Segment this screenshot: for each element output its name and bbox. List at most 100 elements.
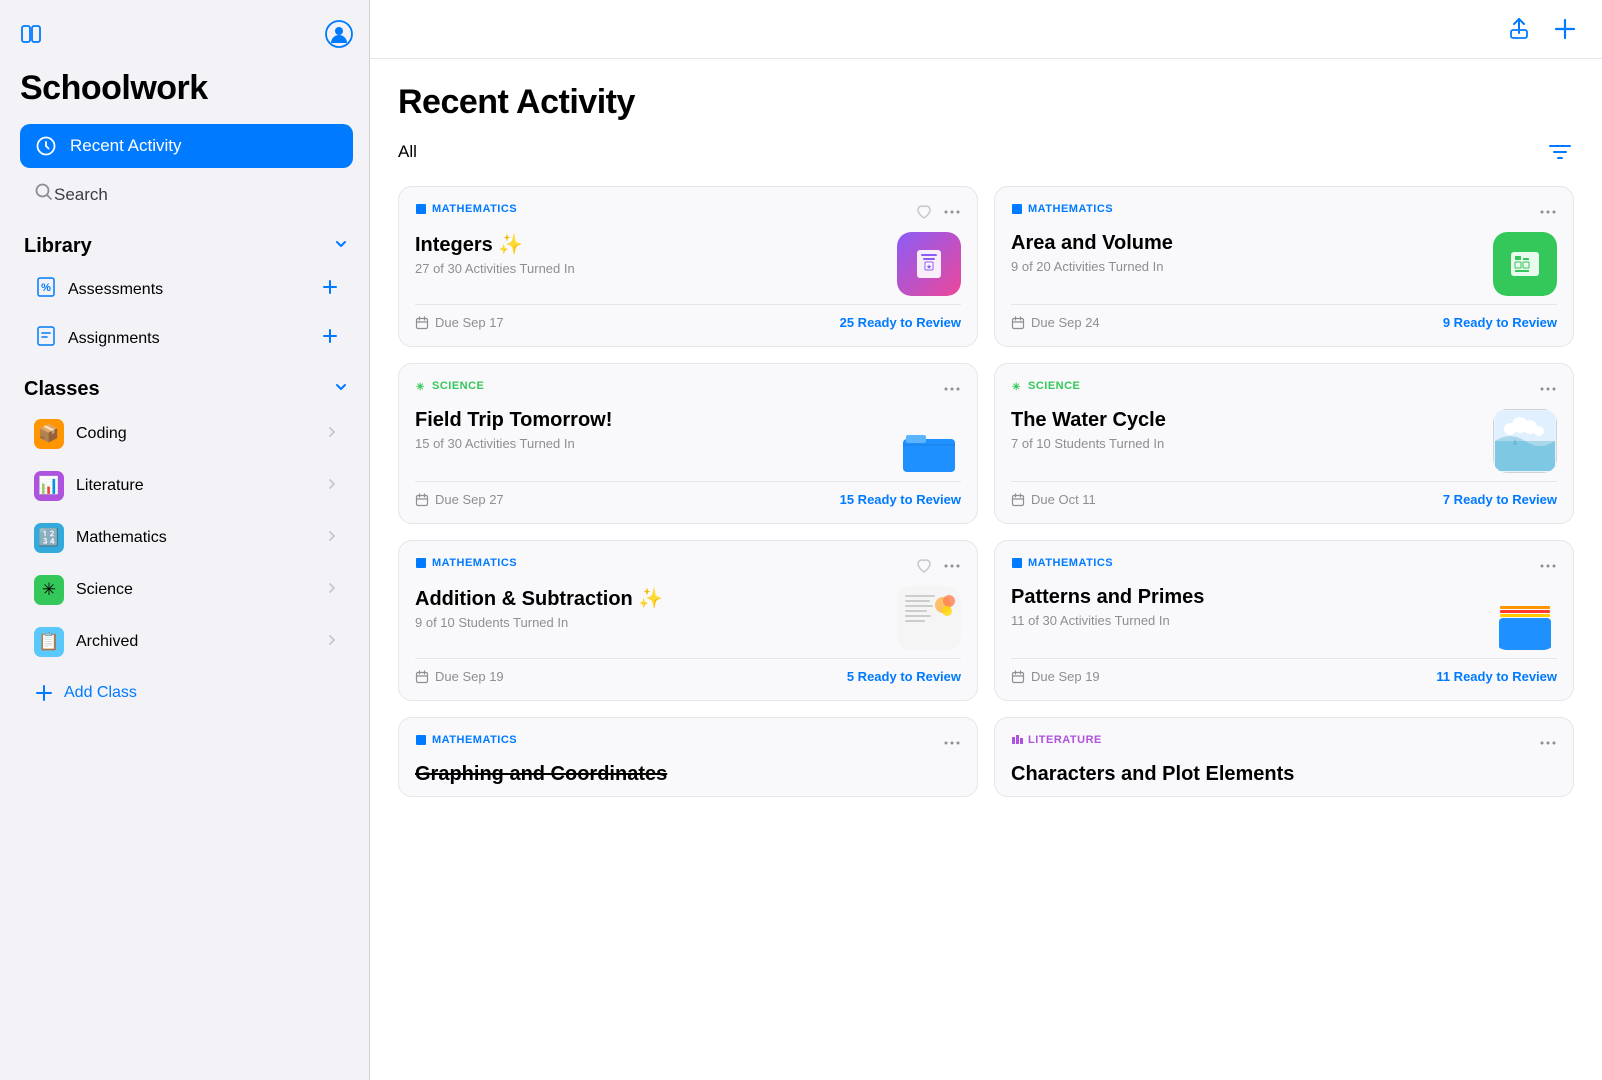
search-icon (34, 182, 54, 207)
card-integers-category: MATHEMATICS (415, 203, 517, 215)
sidebar-item-search[interactable]: Search (20, 172, 353, 217)
main-scrollable: Recent Activity All MATHEMATICS (370, 59, 1602, 1080)
card-characters-title: Characters and Plot Elements (1011, 763, 1557, 786)
add-class-label: Add Class (64, 684, 137, 702)
card-field-trip-more-icon[interactable] (943, 380, 961, 403)
sidebar-top-bar (20, 20, 353, 53)
card-field-trip-header: ✳ SCIENCE (415, 380, 961, 403)
add-icon[interactable] (1552, 16, 1578, 42)
card-integers-due: Due Sep 17 (415, 315, 504, 330)
sidebar-toggle-icon[interactable] (20, 23, 42, 50)
card-area-volume-header: MATHEMATICS (1011, 203, 1557, 226)
assessments-icon: % (34, 275, 58, 304)
card-area-volume-body: Area and Volume 9 of 20 Activities Turne… (1011, 232, 1557, 296)
card-water-cycle-footer: Due Oct 11 7 Ready to Review (1011, 481, 1557, 507)
literature-icon: 📊 (34, 471, 64, 501)
mathematics-chevron-icon (325, 529, 339, 548)
add-class-button[interactable]: Add Class (20, 673, 353, 713)
card-field-trip-subtitle: 15 of 30 Activities Turned In (415, 436, 885, 451)
card-graphing[interactable]: MATHEMATICS Graphin (398, 717, 978, 797)
card-area-volume-more-icon[interactable] (1539, 203, 1557, 226)
classes-chevron-icon[interactable] (333, 378, 349, 401)
assignments-icon (34, 324, 58, 353)
card-characters[interactable]: LITERATURE Characte (994, 717, 1574, 797)
card-water-cycle[interactable]: ✳ SCIENCE (994, 363, 1574, 524)
mathematics-icon: 🔢 (34, 523, 64, 553)
card-patterns-primes-footer: Due Sep 19 11 Ready to Review (1011, 658, 1557, 684)
svg-text:✳: ✳ (416, 382, 425, 392)
svg-text:%: % (41, 282, 51, 294)
sidebar-item-mathematics[interactable]: 🔢 Mathematics (24, 513, 349, 563)
assignments-label: Assignments (68, 330, 160, 348)
card-water-cycle-more-icon[interactable] (1539, 380, 1557, 403)
card-water-cycle-body: The Water Cycle 7 of 10 Students Turned … (1011, 409, 1557, 473)
card-patterns-primes-due: Due Sep 19 (1011, 669, 1100, 684)
science-icon: ✳ (34, 575, 64, 605)
sidebar-item-recent-activity[interactable]: Recent Activity (20, 124, 353, 168)
recent-activity-label: Recent Activity (70, 136, 182, 156)
science-chevron-icon (325, 581, 339, 600)
card-water-cycle-due: Due Oct 11 (1011, 492, 1096, 507)
card-addition-subtraction-due: Due Sep 19 (415, 669, 504, 684)
card-patterns-primes-ready: 11 Ready to Review (1436, 669, 1557, 684)
card-addition-subtraction-heart-icon[interactable] (915, 557, 933, 580)
sidebar-item-coding[interactable]: 📦 Coding (24, 409, 349, 459)
library-chevron-icon[interactable] (333, 235, 349, 258)
card-field-trip[interactable]: ✳ SCIENCE (398, 363, 978, 524)
add-assignment-icon[interactable] (321, 327, 339, 350)
card-integers-subtitle: 27 of 30 Activities Turned In (415, 261, 885, 276)
literature-chevron-icon (325, 477, 339, 496)
card-graphing-category: MATHEMATICS (415, 734, 517, 746)
card-addition-subtraction-more-icon[interactable] (943, 557, 961, 580)
card-integers-footer: Due Sep 17 25 Ready to Review (415, 304, 961, 330)
toolbar (370, 0, 1602, 59)
coding-label: Coding (76, 425, 127, 443)
profile-icon[interactable] (325, 20, 353, 53)
card-patterns-primes-body: Patterns and Primes 11 of 30 Activities … (1011, 586, 1557, 650)
card-characters-header: LITERATURE (1011, 734, 1557, 757)
share-icon[interactable] (1506, 16, 1532, 42)
svg-text:✳: ✳ (1012, 382, 1021, 392)
card-patterns-primes-app-icon (1493, 586, 1557, 650)
card-characters-more-icon[interactable] (1539, 734, 1557, 757)
filter-label: All (398, 142, 417, 162)
card-water-cycle-app-icon (1493, 409, 1557, 473)
archived-chevron-icon (325, 633, 339, 652)
card-area-volume-app-icon (1493, 232, 1557, 296)
coding-chevron-icon (325, 425, 339, 444)
card-addition-subtraction[interactable]: MATHEMATICS (398, 540, 978, 701)
card-addition-subtraction-body: Addition & Subtraction ✨ 9 of 10 Student… (415, 586, 961, 650)
classes-list: 📦 Coding 📊 Literature 🔢 (20, 409, 353, 669)
filter-bar: All (398, 138, 1574, 166)
sidebar-item-literature[interactable]: 📊 Literature (24, 461, 349, 511)
card-patterns-primes[interactable]: MATHEMATICS Pattern (994, 540, 1574, 701)
sidebar-item-science[interactable]: ✳ Science (24, 565, 349, 615)
sidebar-item-assignments[interactable]: Assignments (24, 315, 349, 362)
library-section-header[interactable]: Library (20, 221, 353, 266)
card-integers-more-icon[interactable] (943, 203, 961, 226)
card-integers-header: MATHEMATICS (415, 203, 961, 226)
card-integers-heart-icon[interactable] (915, 203, 933, 226)
sidebar-item-assessments[interactable]: % Assessments (24, 266, 349, 313)
card-water-cycle-title: The Water Cycle (1011, 409, 1481, 432)
card-water-cycle-subtitle: 7 of 10 Students Turned In (1011, 436, 1481, 451)
card-area-volume-category: MATHEMATICS (1011, 203, 1113, 215)
app-title: Schoolwork (20, 69, 353, 108)
card-area-volume-footer: Due Sep 24 9 Ready to Review (1011, 304, 1557, 330)
classes-section-header[interactable]: Classes (20, 364, 353, 409)
sidebar: Schoolwork Recent Activity Search Librar… (0, 0, 370, 1080)
card-graphing-more-icon[interactable] (943, 734, 961, 757)
sidebar-item-archived[interactable]: 📋 Archived (24, 617, 349, 667)
card-integers[interactable]: MATHEMATICS (398, 186, 978, 347)
card-addition-subtraction-ready: 5 Ready to Review (847, 669, 961, 684)
card-integers-body: Integers ✨ 27 of 30 Activities Turned In… (415, 232, 961, 296)
card-area-volume[interactable]: MATHEMATICS Area an (994, 186, 1574, 347)
card-patterns-primes-more-icon[interactable] (1539, 557, 1557, 580)
card-patterns-primes-header: MATHEMATICS (1011, 557, 1557, 580)
filter-icon[interactable] (1546, 138, 1574, 166)
card-field-trip-body: Field Trip Tomorrow! 15 of 30 Activities… (415, 409, 961, 473)
card-area-volume-subtitle: 9 of 20 Activities Turned In (1011, 259, 1481, 274)
cards-grid: MATHEMATICS (398, 186, 1574, 797)
add-assessment-icon[interactable] (321, 278, 339, 301)
science-label: Science (76, 581, 133, 599)
